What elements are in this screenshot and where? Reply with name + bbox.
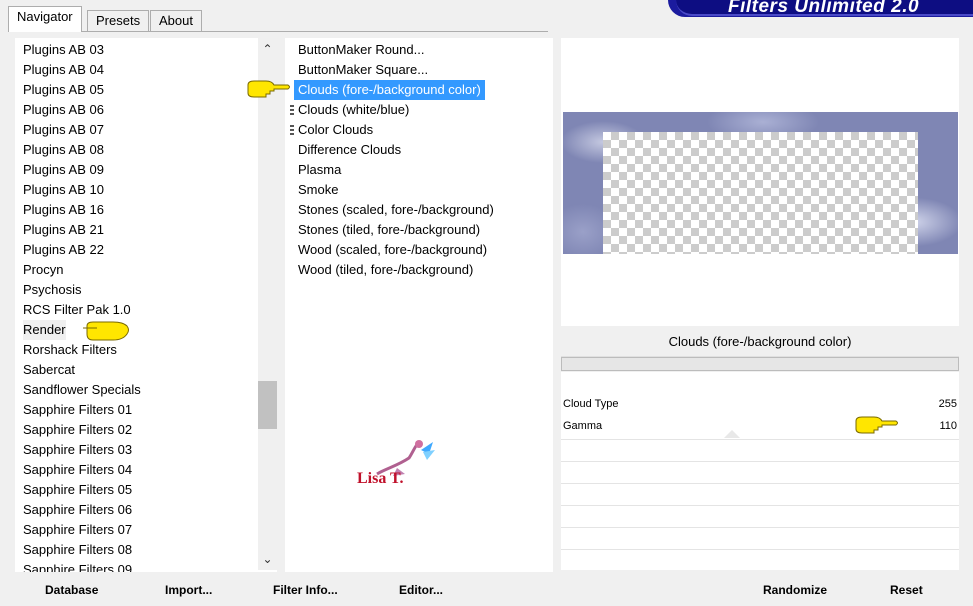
filter-info-label: Filter Info... — [273, 583, 338, 597]
scroll-down-icon[interactable]: ⌄ — [258, 550, 277, 569]
banner-inner: Filters Unlimited 2.0 — [676, 0, 973, 17]
filter-item[interactable]: Stones (tiled, fore-/background) — [298, 220, 480, 240]
category-item[interactable]: Sapphire Filters 04 — [23, 460, 132, 480]
reset-label: Reset — [890, 583, 923, 597]
filter-item[interactable]: Clouds (fore-/background color) — [294, 80, 485, 100]
filter-marker-icon — [290, 125, 294, 136]
filter-item[interactable]: Stones (scaled, fore-/background) — [298, 200, 494, 220]
control-label: Gamma — [563, 420, 603, 432]
filter-item[interactable]: Wood (scaled, fore-/background) — [298, 240, 487, 260]
category-item[interactable]: RCS Filter Pak 1.0 — [23, 300, 131, 320]
database-label: Database — [45, 583, 99, 597]
category-item[interactable]: Sapphire Filters 06 — [23, 500, 132, 520]
category-scrollbar[interactable]: ⌃ ⌄ — [258, 38, 277, 570]
divider — [561, 439, 959, 440]
scroll-up-icon[interactable]: ⌃ — [258, 40, 277, 59]
randomize-label: Randomize — [763, 583, 828, 597]
category-item[interactable]: Sapphire Filters 07 — [23, 520, 132, 540]
divider — [561, 461, 959, 462]
category-item[interactable]: Plugins AB 08 — [23, 140, 104, 160]
category-item[interactable]: Plugins AB 09 — [23, 160, 104, 180]
control-label: Cloud Type — [563, 398, 619, 410]
divider — [561, 549, 959, 550]
slider-caret-icon — [724, 430, 740, 438]
category-item[interactable]: Plugins AB 10 — [23, 180, 104, 200]
category-item[interactable]: Plugins AB 05 — [23, 80, 104, 100]
filter-item[interactable]: ButtonMaker Square... — [298, 60, 428, 80]
watermark-text: Lisa T. — [357, 470, 404, 487]
category-item[interactable]: Plugins AB 16 — [23, 200, 104, 220]
randomize-button[interactable]: Randomize — [763, 583, 827, 597]
filter-item[interactable]: Wood (tiled, fore-/background) — [298, 260, 473, 280]
control-value: 110 — [939, 420, 957, 432]
category-item[interactable]: Sapphire Filters 02 — [23, 420, 132, 440]
divider — [561, 483, 959, 484]
tab-navigator[interactable]: Navigator — [8, 6, 82, 32]
filter-item[interactable]: Plasma — [298, 160, 341, 180]
filter-marker-icon — [290, 105, 294, 116]
category-item[interactable]: Procyn — [23, 260, 63, 280]
app-banner: Filters Unlimited 2.0 — [668, 0, 973, 17]
filter-item[interactable]: Difference Clouds — [298, 140, 401, 160]
app-title: Filters Unlimited 2.0 — [728, 0, 920, 17]
pointing-hand-icon — [247, 80, 290, 98]
category-item[interactable]: Sapphire Filters 01 — [23, 400, 132, 420]
category-item[interactable]: Rorshack Filters — [23, 340, 117, 360]
divider — [561, 527, 959, 528]
category-item[interactable]: Plugins AB 07 — [23, 120, 104, 140]
category-item[interactable]: Sapphire Filters 05 — [23, 480, 132, 500]
category-item[interactable]: Plugins AB 22 — [23, 240, 104, 260]
filter-item[interactable]: Smoke — [298, 180, 338, 200]
category-item[interactable]: Psychosis — [23, 280, 82, 300]
filter-item[interactable]: Clouds (white/blue) — [298, 100, 409, 120]
category-item[interactable]: Sabercat — [23, 360, 75, 380]
category-item[interactable]: Sapphire Filters 08 — [23, 540, 132, 560]
import-button[interactable]: Import... — [165, 583, 212, 597]
category-item[interactable]: Plugins AB 06 — [23, 100, 104, 120]
filter-item[interactable]: Color Clouds — [298, 120, 373, 140]
filter-title: Clouds (fore-/background color) — [561, 327, 959, 357]
divider — [561, 505, 959, 506]
control-value: 255 — [938, 398, 957, 410]
category-item[interactable]: Plugins AB 21 — [23, 220, 104, 240]
preview-transparency — [603, 132, 918, 254]
tab-strip-line — [8, 31, 548, 32]
editor-button[interactable]: Editor... — [399, 583, 443, 597]
control-cloud-type[interactable]: Cloud Type 255 — [561, 395, 959, 417]
reset-button[interactable]: Reset — [890, 583, 923, 597]
watermark-logo: Lisa T. — [357, 438, 437, 487]
category-item[interactable]: Sapphire Filters 03 — [23, 440, 132, 460]
pointing-hand-icon — [855, 416, 898, 434]
editor-label: Editor... — [399, 583, 444, 597]
filter-item[interactable]: ButtonMaker Round... — [298, 40, 424, 60]
category-item[interactable]: Plugins AB 03 — [23, 40, 104, 60]
category-item[interactable]: Render — [23, 320, 66, 340]
category-item[interactable]: Plugins AB 04 — [23, 60, 104, 80]
category-item[interactable]: Sandflower Specials — [23, 380, 141, 400]
scroll-thumb[interactable] — [258, 381, 277, 429]
import-label: Import... — [165, 583, 213, 597]
preview-image — [563, 112, 958, 254]
filter-info-button[interactable]: Filter Info... — [273, 583, 338, 597]
progress-bar — [561, 357, 959, 371]
database-button[interactable]: Database — [45, 583, 98, 597]
pointing-hand-icon — [83, 321, 129, 341]
tab-presets[interactable]: Presets — [87, 10, 150, 31]
tab-about[interactable]: About — [150, 10, 202, 31]
